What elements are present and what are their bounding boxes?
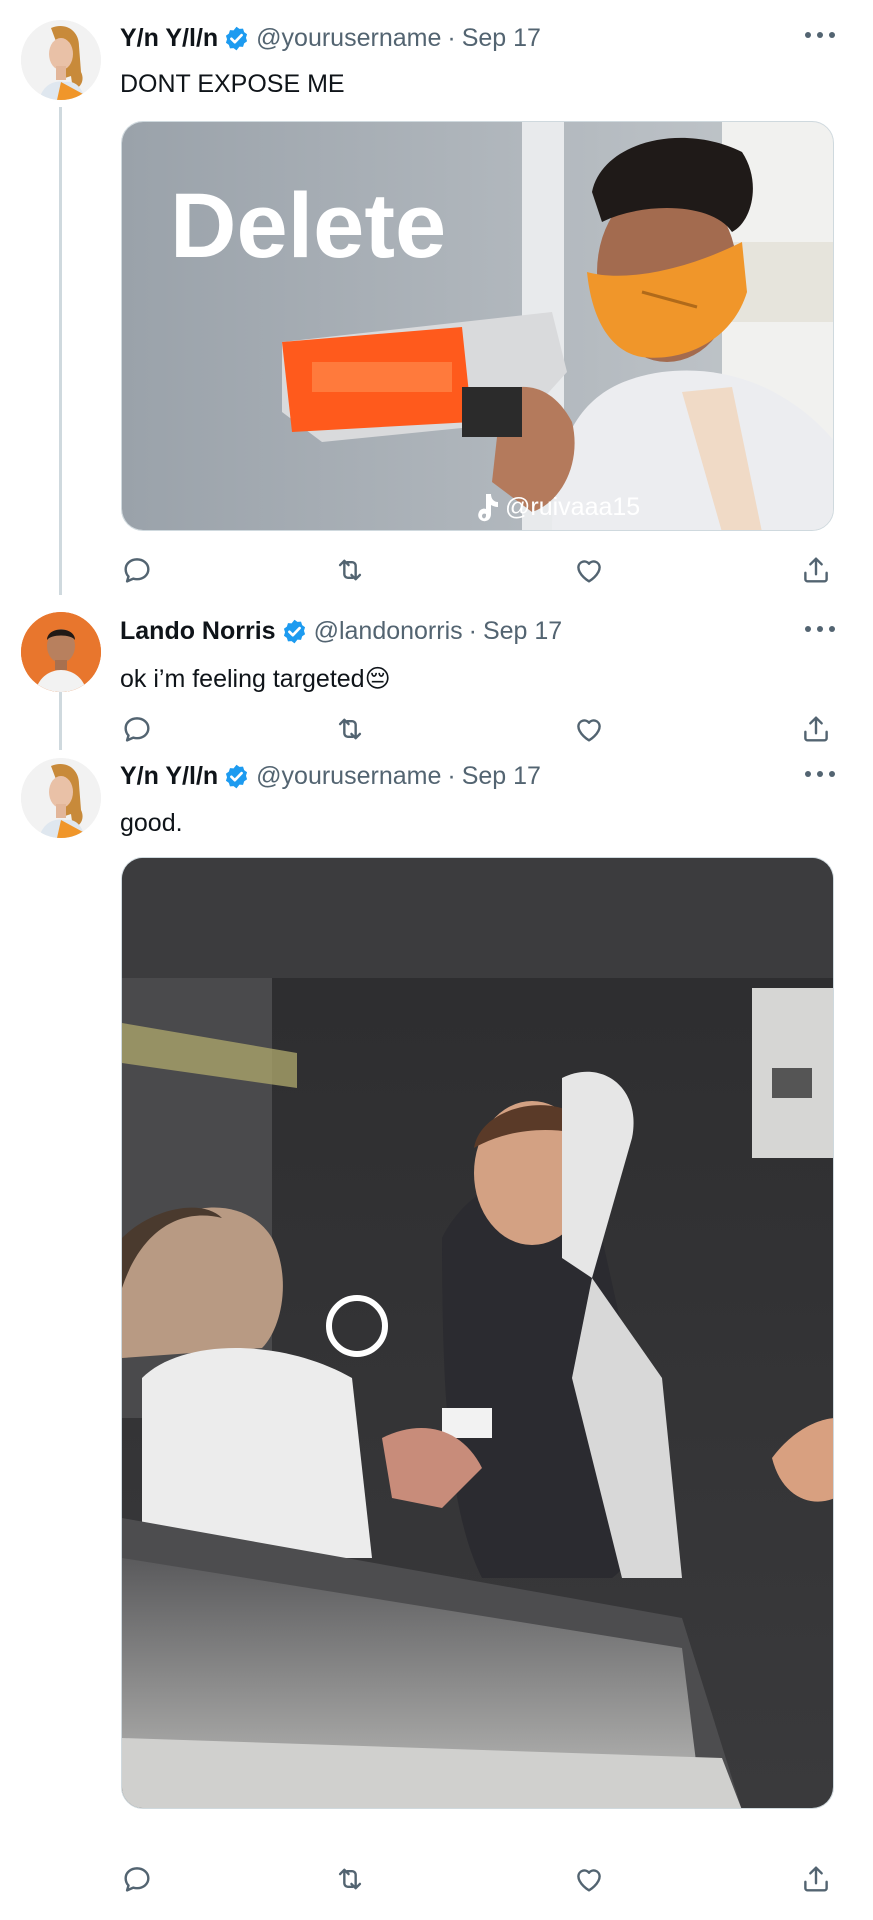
display-name[interactable]: Y/n Y/l/n <box>120 762 218 791</box>
retweet-icon[interactable] <box>333 1862 367 1896</box>
tweet-text: DONT EXPOSE ME <box>120 70 345 98</box>
separator-dot: · <box>447 24 456 52</box>
verified-badge-icon <box>226 764 248 789</box>
media-image <box>122 858 833 1808</box>
gif-overlay-text: Delete <box>170 175 446 277</box>
separator-dot: · <box>447 762 456 790</box>
avatar[interactable] <box>21 612 101 692</box>
tweet-media-gif[interactable]: Delete @ruivaaa15 <box>121 121 834 531</box>
retweet-icon[interactable] <box>333 553 367 587</box>
username-handle[interactable]: @yourusername <box>256 762 441 791</box>
avatar[interactable] <box>21 758 101 838</box>
more-icon[interactable] <box>805 770 835 778</box>
retweet-icon[interactable] <box>333 712 367 746</box>
separator-dot: · <box>468 617 477 645</box>
avatar[interactable] <box>21 20 101 100</box>
tweet-media-video[interactable] <box>121 857 834 1809</box>
tweet-date[interactable]: Sep 17 <box>462 762 541 791</box>
thread-line <box>59 107 62 595</box>
reply-icon[interactable] <box>120 712 154 746</box>
verified-badge-icon <box>283 619 305 644</box>
like-icon[interactable] <box>572 553 606 587</box>
share-icon[interactable] <box>799 1862 833 1896</box>
tweet-actions <box>120 1862 833 1896</box>
share-icon[interactable] <box>799 553 833 587</box>
tweet-actions <box>120 712 833 746</box>
display-name[interactable]: Lando Norris <box>120 617 276 646</box>
tweet-text: good. <box>120 809 183 837</box>
reply-icon[interactable] <box>120 1862 154 1896</box>
share-icon[interactable] <box>799 712 833 746</box>
like-icon[interactable] <box>572 712 606 746</box>
like-icon[interactable] <box>572 1862 606 1896</box>
media-image: Delete @ruivaaa15 <box>122 122 833 530</box>
tweet-header: Y/n Y/l/n @yourusername · Sep 17 <box>120 762 541 791</box>
username-handle[interactable]: @landonorris <box>314 617 463 646</box>
username-handle[interactable]: @yourusername <box>256 24 441 53</box>
tweet-text: ok i’m feeling targeted😔 <box>120 665 391 693</box>
watermark-handle: @ruivaaa15 <box>505 493 640 521</box>
more-icon[interactable] <box>805 31 835 39</box>
display-name[interactable]: Y/n Y/l/n <box>120 24 218 53</box>
more-icon[interactable] <box>805 625 835 633</box>
tweet-header: Lando Norris @landonorris · Sep 17 <box>120 617 562 646</box>
tweet-date[interactable]: Sep 17 <box>483 617 562 646</box>
tweet-date[interactable]: Sep 17 <box>462 24 541 53</box>
verified-badge-icon <box>226 26 248 51</box>
tweet-actions <box>120 553 833 587</box>
reply-icon[interactable] <box>120 553 154 587</box>
tweet-header: Y/n Y/l/n @yourusername · Sep 17 <box>120 24 541 53</box>
thread-line <box>59 690 62 750</box>
